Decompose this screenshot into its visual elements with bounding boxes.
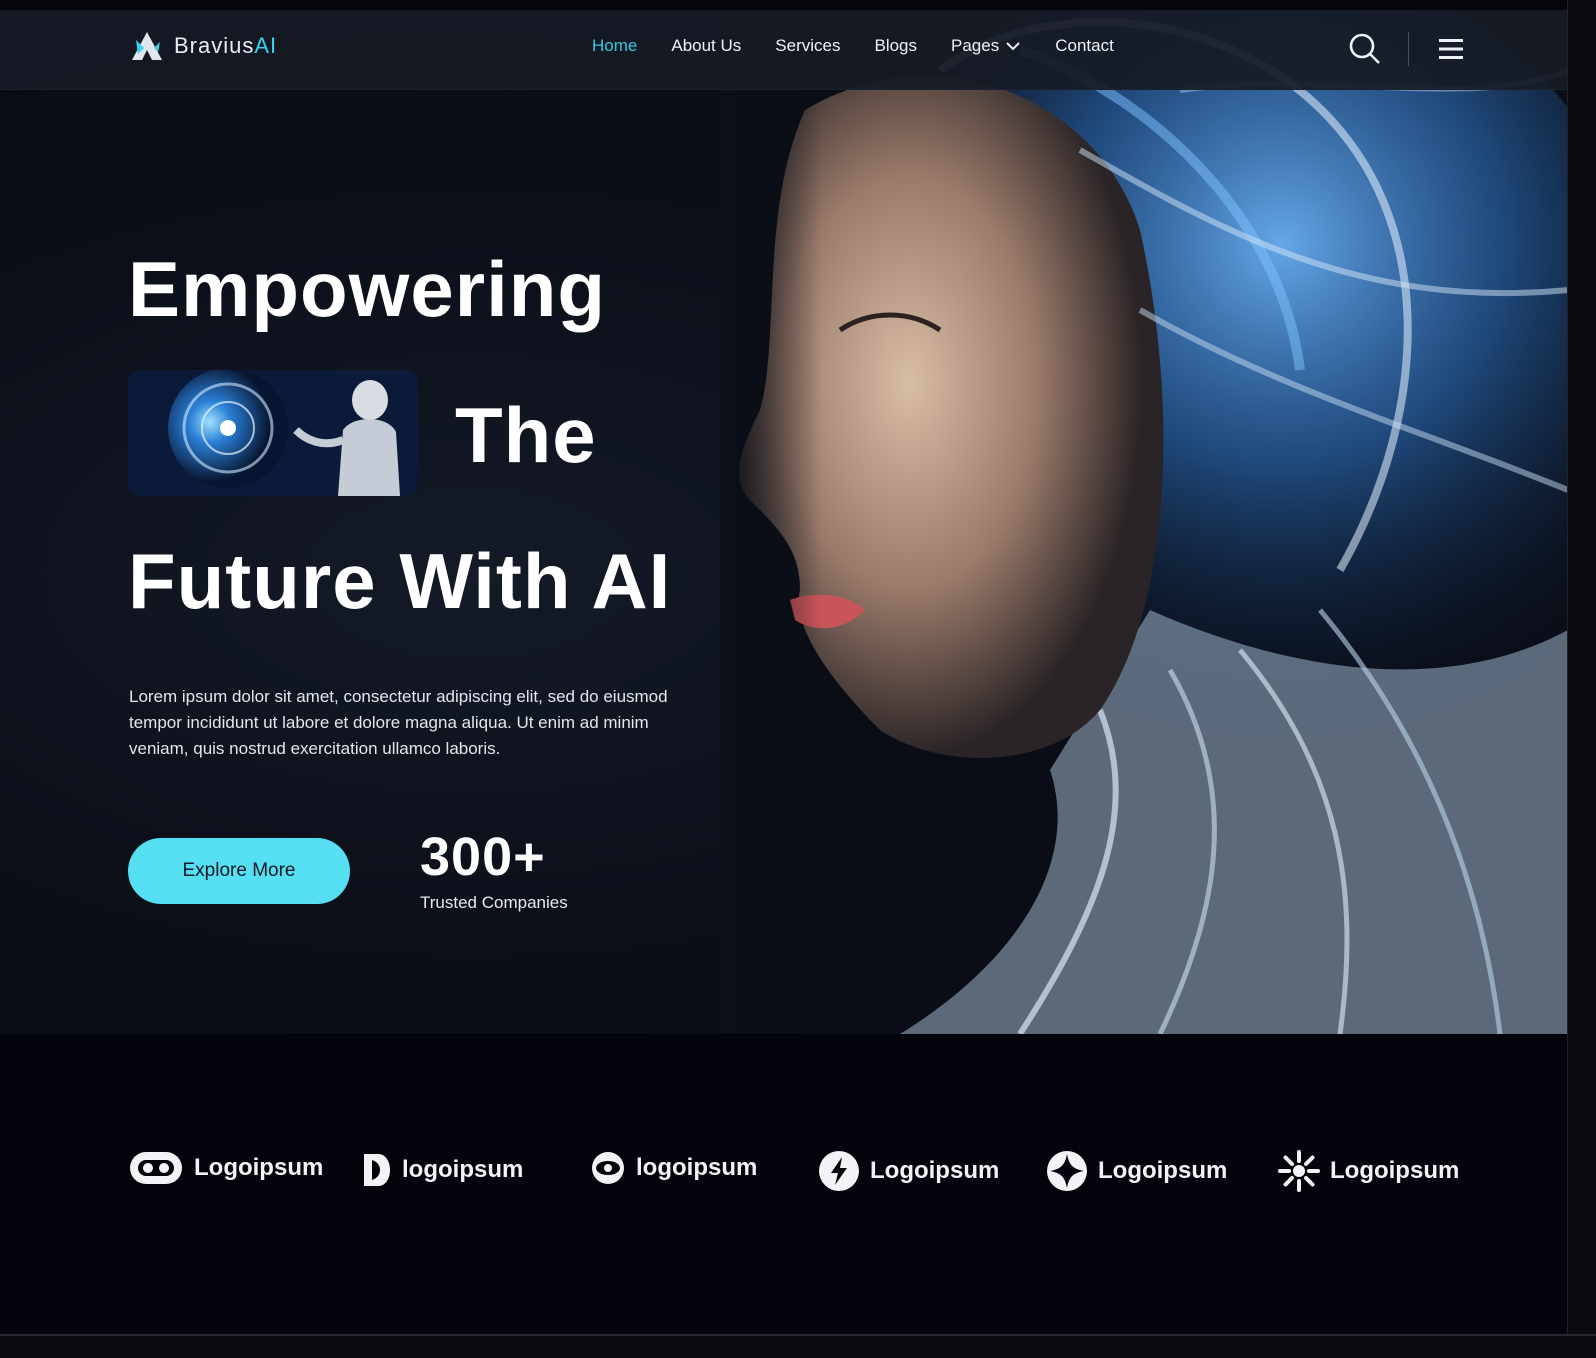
partner-logo-4: Logoipsum (818, 1150, 999, 1192)
explore-more-button[interactable]: Explore More (128, 838, 350, 904)
brand-mark-icon (132, 32, 162, 60)
partner-logo-3: logoipsum (590, 1150, 757, 1186)
partner-logo-1-text: Logoipsum (194, 1154, 324, 1181)
main-nav: Home About Us Services Blogs Pages Conta… (592, 36, 1148, 56)
hero-cyborg-image (720, 10, 1567, 1034)
bolt-logo-icon (819, 1151, 859, 1191)
menu-icon[interactable] (1437, 37, 1465, 61)
trusted-count: 300+ (420, 827, 546, 887)
chevron-down-icon (1006, 42, 1020, 51)
partner-logo-3-text: logoipsum (636, 1154, 758, 1181)
sunburst-logo-icon (1278, 1150, 1320, 1192)
window-right-edge (1568, 0, 1596, 1358)
pill-logo-icon (130, 1152, 182, 1184)
robot-image (128, 370, 418, 496)
partner-logo-2-text: logoipsum (402, 1156, 524, 1183)
half-shape-logo-icon (364, 1154, 390, 1186)
hero-heading-line-2: The (455, 391, 597, 479)
nav-link-contact[interactable]: Contact (1055, 36, 1114, 56)
partner-logo-5-text: Logoipsum (1098, 1157, 1228, 1184)
hero-description: Lorem ipsum dolor sit amet, consectetur … (129, 687, 668, 758)
hero-robot-thumbnail (128, 370, 418, 496)
nav-actions (1348, 32, 1465, 66)
landing-page: BraviusAI Home About Us Services Blogs P… (0, 0, 1568, 1334)
partner-logo-5: Logoipsum (1046, 1150, 1227, 1192)
brand-logo[interactable]: BraviusAI (130, 30, 277, 62)
partner-logo-6-text: Logoipsum (1330, 1157, 1460, 1184)
nav-link-services[interactable]: Services (775, 36, 840, 56)
hero-heading-line-3: Future With AI (128, 537, 672, 625)
nav-link-pages-label: Pages (951, 36, 1000, 55)
nav-divider (1408, 32, 1409, 66)
partner-logo-4-text: Logoipsum (870, 1157, 1000, 1184)
partner-logo-1: Logoipsum (128, 1150, 323, 1186)
search-icon[interactable] (1348, 32, 1382, 66)
partner-logo-2: logoipsum (360, 1150, 523, 1190)
brand-name: BraviusAI (174, 33, 278, 58)
nav-link-home[interactable]: Home (592, 36, 637, 56)
nav-link-pages[interactable]: Pages (951, 36, 1021, 56)
partner-logo-6: Logoipsum (1278, 1150, 1459, 1192)
star-logo-icon (1047, 1151, 1087, 1191)
eye-logo-icon (592, 1152, 624, 1184)
hero-heading-line-1: Empowering (128, 245, 607, 333)
nav-link-about[interactable]: About Us (671, 36, 741, 56)
window-bottom-edge (0, 1334, 1596, 1358)
nav-link-blogs[interactable]: Blogs (874, 36, 917, 56)
top-navbar: BraviusAI Home About Us Services Blogs P… (0, 10, 1567, 90)
trusted-label: Trusted Companies (420, 893, 568, 912)
